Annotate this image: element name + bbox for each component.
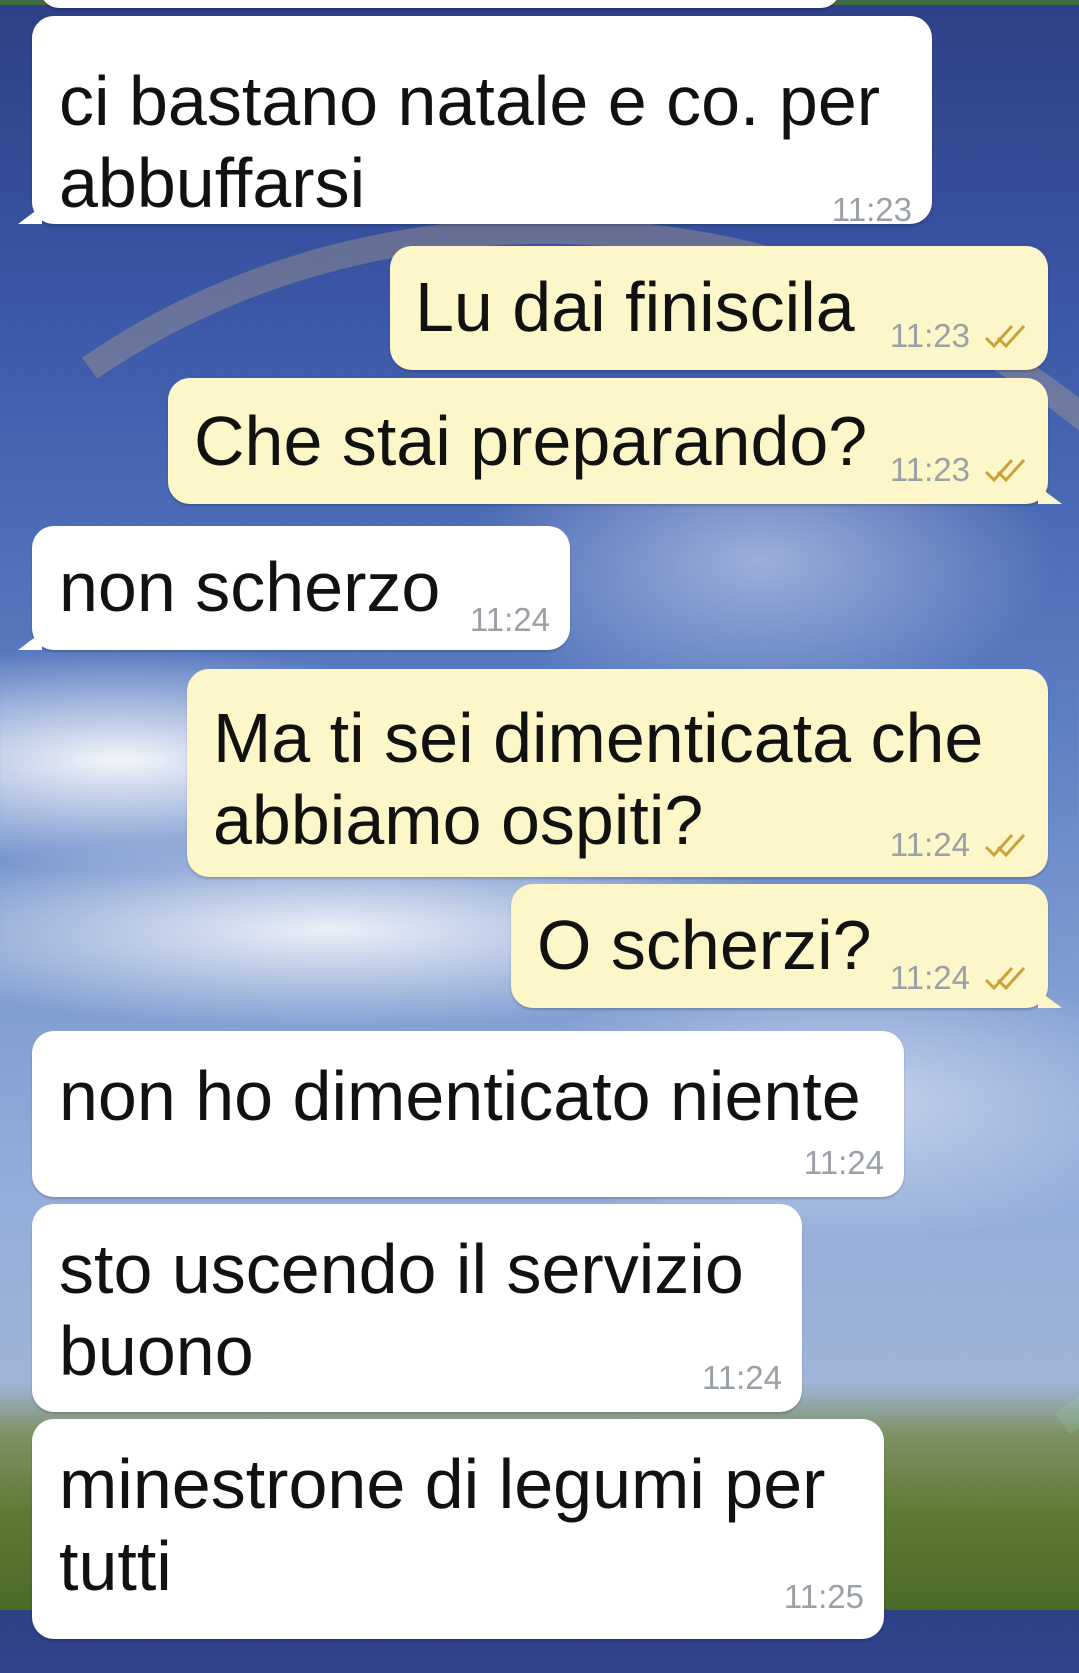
message-text-line: non ho dimenticato niente: [59, 1057, 861, 1135]
message-time: 11:23: [889, 317, 970, 354]
message-time: 11:23: [889, 451, 970, 488]
message-text-line: minestrone di legumi per: [59, 1445, 826, 1523]
message-time: 11:23: [831, 191, 912, 228]
message-bubble-incoming[interactable]: minestrone di legumi per tutti 11:25: [32, 1419, 884, 1639]
message-bubble-outgoing[interactable]: Ma ti sei dimenticata che abbiamo ospiti…: [187, 669, 1048, 877]
double-check-icon: [984, 458, 1026, 483]
double-check-icon: [984, 966, 1026, 991]
message-time: 11:24: [803, 1144, 884, 1181]
double-check-icon: [984, 833, 1026, 858]
message-bubble-outgoing[interactable]: O scherzi? 11:24: [511, 884, 1062, 1008]
message-text-line: Ma ti sei dimenticata che: [213, 699, 984, 777]
bubble-tail: [1038, 486, 1062, 504]
bubble-tail: [18, 206, 42, 224]
message-time: 11:24: [889, 959, 970, 996]
message-text-line: tutti: [59, 1527, 172, 1605]
message-time: 11:24: [701, 1359, 782, 1396]
bubble-tail: [1038, 990, 1062, 1008]
message-bubble-incoming[interactable]: ci bastano natale e co. per abbuffarsi 1…: [18, 16, 932, 228]
message-text-line: abbuffarsi: [59, 144, 366, 222]
message-time: 11:24: [889, 826, 970, 863]
message-bubble-incoming[interactable]: sto uscendo il servizio buono 11:24: [32, 1204, 802, 1412]
bubble-tail: [18, 632, 42, 650]
message-text-line: sto uscendo il servizio: [59, 1230, 744, 1308]
message-text-line: buono: [59, 1312, 254, 1390]
message-text-line: Lu dai finiscila: [415, 268, 855, 346]
message-text-line: abbiamo ospiti?: [213, 781, 704, 859]
message-bubble-incoming[interactable]: non ho dimenticato niente 11:24: [32, 1031, 904, 1197]
message-text-line: Che stai preparando?: [194, 402, 868, 480]
double-check-icon: [984, 324, 1026, 349]
message-text-line: non scherzo: [59, 548, 441, 626]
message-text-line: O scherzi?: [537, 906, 872, 984]
message-bubble-outgoing[interactable]: Lu dai finiscila 11:23: [390, 246, 1048, 370]
message-bubble-partial: [40, 0, 840, 8]
message-text-line: ci bastano natale e co. per: [59, 62, 881, 140]
message-time: 11:24: [469, 601, 550, 638]
message-bubble-incoming[interactable]: non scherzo 11:24: [18, 526, 570, 650]
message-bubble-outgoing[interactable]: Che stai preparando? 11:23: [168, 378, 1062, 504]
